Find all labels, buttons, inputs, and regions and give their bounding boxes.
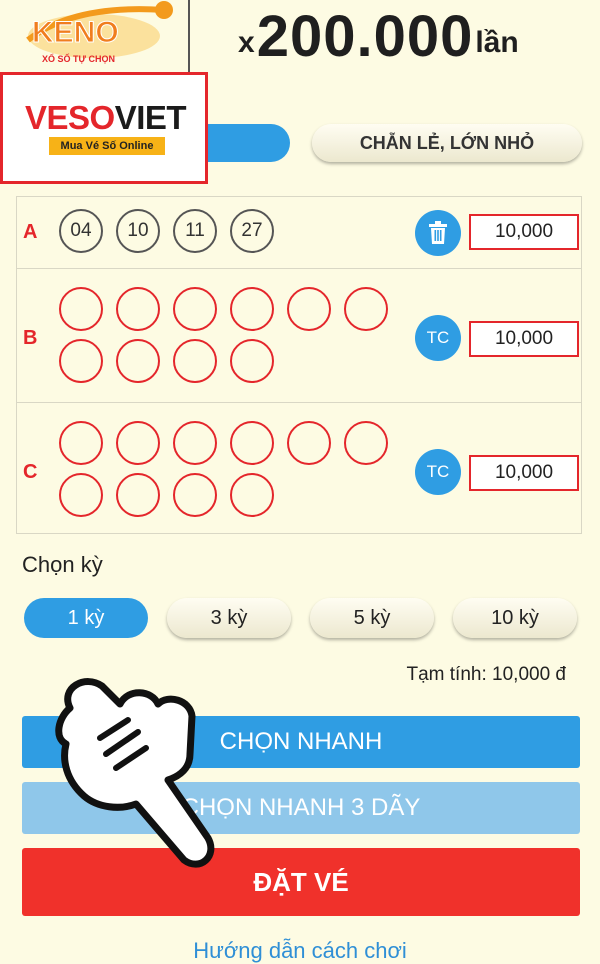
keno-logo-text: KENO xyxy=(32,16,119,49)
ball-empty[interactable] xyxy=(230,339,274,383)
ball-empty[interactable] xyxy=(173,473,217,517)
trash-icon xyxy=(429,221,447,244)
random-pick-button-b[interactable]: TC xyxy=(415,315,461,361)
keno-logo-sub: XỔ SỐ TỰ CHỌN xyxy=(42,53,115,64)
vesoviet-logo-name: VESOVIET xyxy=(25,99,187,136)
ball-empty[interactable] xyxy=(287,287,331,331)
ball-empty[interactable] xyxy=(173,421,217,465)
ball-empty[interactable] xyxy=(116,339,160,383)
ball-empty[interactable] xyxy=(230,473,274,517)
ball-empty[interactable] xyxy=(287,421,331,465)
number-selection-grid: A 04 10 11 27 10,000 B TC 10,000 C TC 10… xyxy=(16,196,582,534)
ball-selected[interactable]: 10 xyxy=(116,209,160,253)
bet-amount-c[interactable]: 10,000 xyxy=(469,455,579,491)
row-label-a: A xyxy=(23,221,38,243)
ball-empty[interactable] xyxy=(230,287,274,331)
row-b: B TC 10,000 xyxy=(17,269,581,403)
ball-selected[interactable]: 27 xyxy=(230,209,274,253)
tab-chan-le-lon-nho[interactable]: CHẴN LẺ, LỚN NHỎ xyxy=(312,124,582,162)
ball-empty[interactable] xyxy=(344,287,388,331)
jackpot-multiplier: x 200.000 lần xyxy=(238,2,519,66)
ball-empty[interactable] xyxy=(59,473,103,517)
ball-selected[interactable]: 11 xyxy=(173,209,217,253)
period-option-1[interactable]: 1 kỳ xyxy=(24,598,148,638)
ball-empty[interactable] xyxy=(173,287,217,331)
tab-basic[interactable] xyxy=(200,124,290,162)
bet-amount-b[interactable]: 10,000 xyxy=(469,321,579,357)
row-label-b: B xyxy=(23,327,38,349)
jackpot-amount: 200.000 xyxy=(256,4,474,69)
how-to-play-link[interactable]: Hướng dẫn cách chơi xyxy=(0,938,600,964)
random-pick-button-c[interactable]: TC xyxy=(415,449,461,495)
ball-selected[interactable]: 04 xyxy=(59,209,103,253)
subtotal: Tạm tính: 10,000 đ xyxy=(406,664,567,685)
period-option-5[interactable]: 5 kỳ xyxy=(310,598,434,638)
row-label-c: C xyxy=(23,461,38,483)
ball-empty[interactable] xyxy=(173,339,217,383)
row-c: C TC 10,000 xyxy=(17,403,581,535)
period-option-10[interactable]: 10 kỳ xyxy=(453,598,577,638)
period-option-3[interactable]: 3 kỳ xyxy=(167,598,291,638)
ball-empty[interactable] xyxy=(116,287,160,331)
delete-row-button[interactable] xyxy=(415,210,461,256)
ball-empty[interactable] xyxy=(59,339,103,383)
ball-empty[interactable] xyxy=(230,421,274,465)
header-divider xyxy=(188,0,190,72)
vesoviet-logo: VESOVIET Mua Vé Số Online xyxy=(0,72,208,184)
jackpot-prefix: x xyxy=(238,26,255,59)
keno-logo: KENO XỔ SỐ TỰ CHỌN xyxy=(26,1,173,64)
header: KENO XỔ SỐ TỰ CHỌN x 200.000 lần xyxy=(0,0,600,72)
ball-empty[interactable] xyxy=(59,421,103,465)
jackpot-suffix: lần xyxy=(475,26,519,59)
bet-amount-a[interactable]: 10,000 xyxy=(469,214,579,250)
vesoviet-tagline: Mua Vé Số Online xyxy=(49,137,165,155)
ball-empty[interactable] xyxy=(116,421,160,465)
ball-empty[interactable] xyxy=(116,473,160,517)
pointing-hand-icon xyxy=(55,678,215,868)
ball-empty[interactable] xyxy=(59,287,103,331)
ball-empty[interactable] xyxy=(344,421,388,465)
period-label: Chọn kỳ xyxy=(22,552,103,577)
row-a: A 04 10 11 27 10,000 xyxy=(17,197,581,269)
